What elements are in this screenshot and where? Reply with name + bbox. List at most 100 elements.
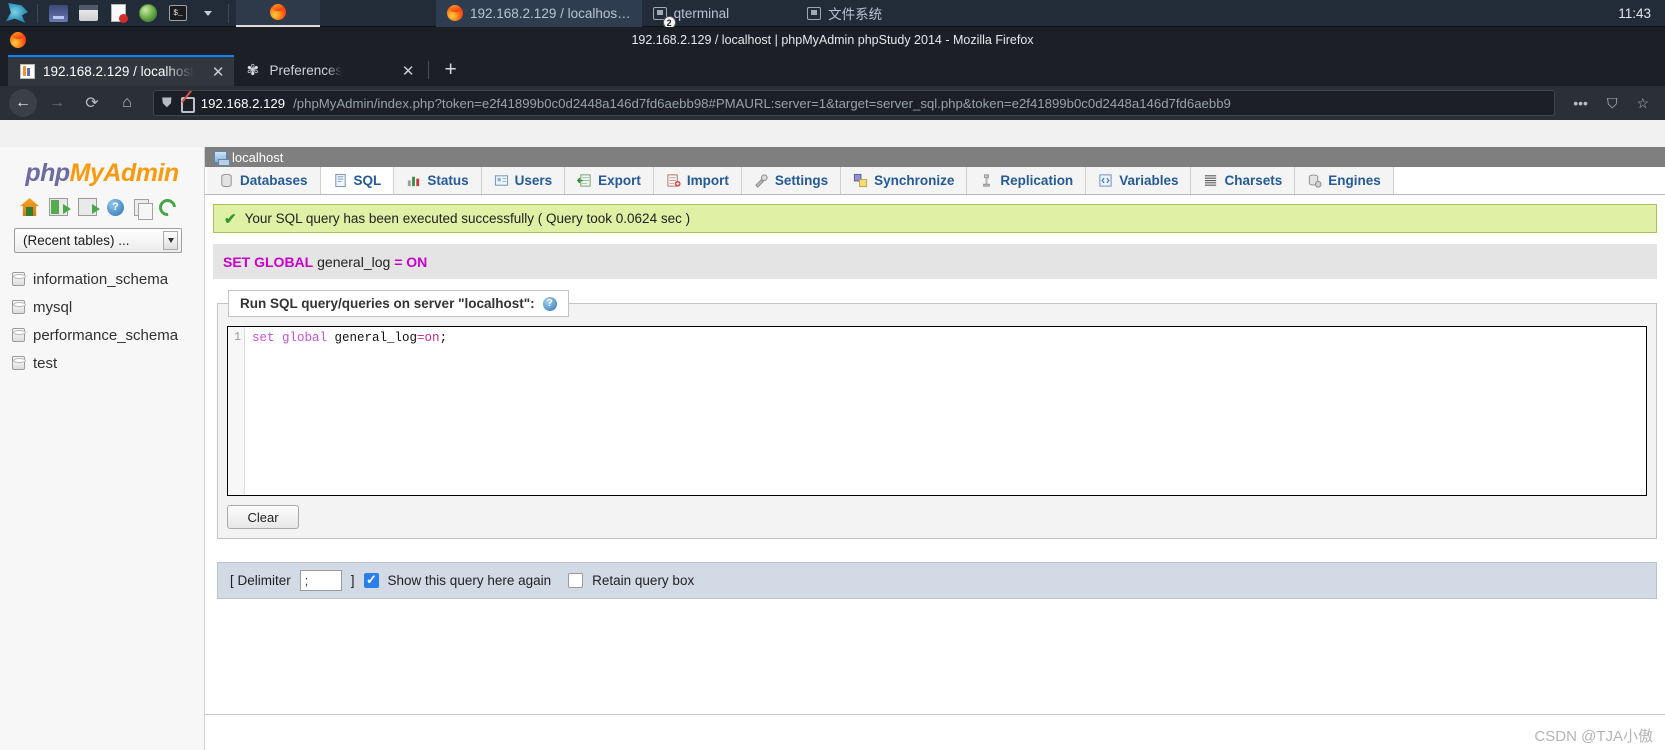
tab-close-icon[interactable]: ✕ [202,63,225,81]
sql-keyword: SET GLOBAL [223,253,314,270]
new-tab-button[interactable]: + [433,59,467,80]
database-icon [12,356,26,370]
logo-php: php [25,159,70,187]
phpmyadmin-logo[interactable]: phpMyAdmin [0,147,204,192]
broken-lock-icon[interactable] [180,96,195,113]
tab-label: Status [427,173,469,188]
folder-icon[interactable] [75,2,101,25]
main-tab-bar: Databases SQL Status Users Export Import… [205,167,1665,195]
tab-sql[interactable]: SQL [320,167,395,194]
import-icon [667,174,681,187]
tab-label: Variables [1119,173,1179,188]
home-button[interactable]: ⌂ [112,89,142,117]
server-icon [214,151,230,166]
tab-export[interactable]: Export [565,167,654,194]
delimiter-close-label: ] [350,573,355,588]
firefox-window: 192.168.2.129 / localhost | phpMyAdmin p… [0,27,1665,750]
chevron-down-icon[interactable] [163,231,178,250]
code-identifier: general_log [327,331,418,345]
db-item-test[interactable]: test [12,349,204,377]
database-icon [221,173,232,188]
taskbar-window-filesystem[interactable]: 文件系统 [796,0,893,27]
sql-query-panel-legend: Run SQL query/queries on server "localho… [228,290,569,317]
db-label: mysql [33,298,73,316]
firefox-navbar: ← → ⟳ ⌂ ⛊ 192.168.2.129/phpMyAdmin/index… [0,86,1665,120]
database-icon [12,300,26,314]
success-message-text: Your SQL query has been executed success… [244,211,691,226]
dragon-icon[interactable] [4,2,30,25]
success-message: ✔ Your SQL query has been executed succe… [213,204,1657,233]
tab-variables[interactable]: Variables [1086,167,1192,194]
firefox-icon [270,4,286,20]
pocket-icon[interactable]: ⛉ [1600,95,1625,112]
browser-tab-label: 192.168.2.129 / localhost [43,64,194,79]
help-icon[interactable]: ? [107,198,124,216]
delimiter-open-label: [ Delimiter [230,573,291,588]
shield-icon[interactable]: ⛊ [162,95,172,111]
tab-synchronize[interactable]: Synchronize [841,167,968,194]
taskbar-divider [37,3,38,23]
recent-tables-select[interactable]: (Recent tables) ... [14,228,182,253]
retain-query-label[interactable]: Retain query box [592,573,694,588]
tab-import[interactable]: Import [653,167,742,194]
tab-databases[interactable]: Databases [207,167,321,194]
browser-tab-phpmyadmin[interactable]: 192.168.2.129 / localhost ✕ [8,55,235,86]
tab-status[interactable]: Status [394,167,482,194]
taskbar-firefox-thumb[interactable] [236,0,320,27]
sql-editor[interactable]: 1 set global general_log=on; [227,326,1647,496]
tab-charsets[interactable]: Charsets [1191,167,1296,194]
gear-icon: ✾ [246,62,260,79]
copy-icon[interactable] [134,198,153,220]
reload-button[interactable]: ⟳ [77,89,107,117]
open-new-window-icon[interactable] [78,198,100,216]
delimiter-input[interactable]: ; [299,570,342,591]
globe-icon[interactable] [135,2,161,25]
reload-icon[interactable] [155,195,180,219]
back-button[interactable]: ← [9,89,37,117]
tab-label: SQL [353,172,382,188]
db-item-mysql[interactable]: mysql [12,293,204,321]
browser-tab-label: Preferences [269,63,343,78]
clear-button[interactable]: Clear [227,505,299,529]
show-query-label[interactable]: Show this query here again [388,573,552,588]
show-query-checkbox[interactable] [363,572,379,588]
sql-value: ON [406,253,428,270]
sql-editor-content[interactable]: set global general_log=on; [245,327,1646,495]
document-icon[interactable] [105,2,131,25]
executed-sql-display: SET GLOBAL general_log = ON [213,244,1657,279]
engines-icon [1309,174,1322,188]
db-label: test [33,354,58,372]
tab-settings[interactable]: Settings [741,167,842,194]
charsets-icon [1205,175,1217,186]
taskbar-window-qterminal[interactable]: 2 qterminal [642,0,741,27]
taskbar-window-label: 文件系统 [828,7,883,22]
db-item-information_schema[interactable]: information_schema [12,265,204,293]
bookmark-star-icon[interactable]: ☆ [1629,95,1656,112]
taskbar-window-firefox[interactable]: 192.168.2.129 / localhos… [436,0,642,27]
page-actions-button[interactable]: ••• [1566,95,1595,111]
home-icon[interactable] [20,198,39,216]
tab-replication[interactable]: Replication [967,167,1087,194]
forward-button[interactable]: → [42,89,72,117]
chevron-down-icon[interactable] [195,2,221,25]
tab-label: Databases [240,173,308,188]
square-blue-icon[interactable] [45,2,71,25]
status-icon [408,176,420,187]
tab-users[interactable]: Users [481,167,566,194]
retain-query-checkbox[interactable] [568,573,584,588]
help-icon[interactable]: ? [542,296,557,311]
db-item-performance_schema[interactable]: performance_schema [12,321,204,349]
browser-tab-preferences[interactable]: ✾ Preferences ✕ [234,55,424,86]
logout-icon[interactable] [49,198,71,216]
monitor-icon: 2 [652,6,676,27]
terminal-icon[interactable]: $_ [165,2,191,25]
tab-label: Settings [774,173,829,188]
recent-tables-label: (Recent tables) ... [23,233,130,248]
tab-close-icon[interactable]: ✕ [392,62,415,80]
tab-engines[interactable]: Engines [1295,167,1394,194]
variables-icon [1099,174,1112,187]
sql-operator: = [394,253,403,270]
taskbar-window-label: 192.168.2.129 / localhos… [470,5,631,21]
url-bar[interactable]: ⛊ 192.168.2.129/phpMyAdmin/index.php?tok… [153,90,1556,116]
taskbar-clock[interactable]: 11:43 [1618,6,1665,21]
